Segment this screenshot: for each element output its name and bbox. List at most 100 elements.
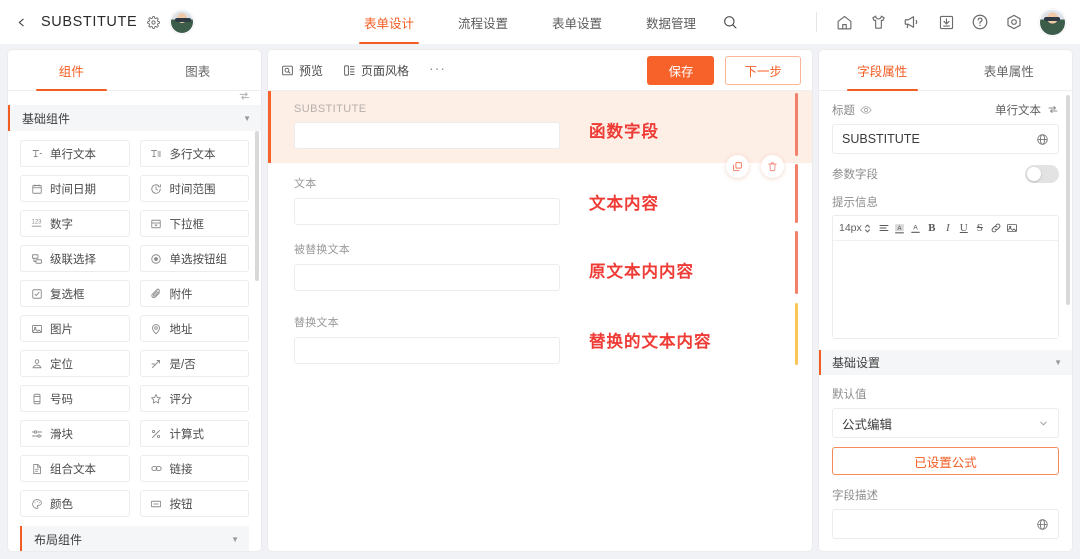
- components-list-scroll[interactable]: 单行文本 多行文本 时间日期 时间范围 123 数字 下拉框 级联选择 单选按钮…: [8, 131, 261, 551]
- component-checkbox[interactable]: 复选框: [20, 280, 130, 307]
- default-value-select[interactable]: 公式编辑: [832, 408, 1059, 438]
- align-icon[interactable]: [876, 218, 892, 238]
- component-slider[interactable]: 滑块: [20, 420, 130, 447]
- param-field-toggle[interactable]: [1025, 165, 1059, 183]
- component-formula[interactable]: 计算式: [139, 420, 249, 447]
- bold-icon[interactable]: B: [924, 218, 940, 238]
- component-label: 多行文本: [169, 148, 216, 161]
- swap-icon[interactable]: [1047, 104, 1059, 116]
- component-single-line-text[interactable]: 单行文本: [20, 140, 130, 167]
- main-nav-tabs: 表单设计 流程设置 表单设置 数据管理: [342, 0, 738, 44]
- component-rating[interactable]: 评分: [139, 385, 249, 412]
- hint-editor-textarea[interactable]: [833, 241, 1058, 338]
- component-number[interactable]: 123 数字: [20, 210, 130, 237]
- nav-tab-form-design[interactable]: 表单设计: [342, 0, 436, 44]
- annotation-text-content: 文本内容: [589, 195, 659, 213]
- field-input-old-text[interactable]: [294, 264, 560, 291]
- globe-icon[interactable]: [1036, 133, 1049, 146]
- link-icon[interactable]: [988, 218, 1004, 238]
- eye-icon[interactable]: [860, 104, 872, 116]
- component-address[interactable]: 地址: [139, 315, 249, 342]
- download-icon[interactable]: [929, 5, 963, 39]
- component-image[interactable]: 图片: [20, 315, 130, 342]
- component-color[interactable]: 颜色: [20, 490, 130, 517]
- components-scrollbar[interactable]: [255, 131, 259, 281]
- component-multi-line-text[interactable]: 多行文本: [139, 140, 249, 167]
- field-input-text[interactable]: [294, 198, 560, 225]
- shirt-icon[interactable]: [861, 5, 895, 39]
- group-header-layout[interactable]: 布局组件 ▼: [20, 526, 249, 551]
- component-datetime[interactable]: 时间日期: [20, 175, 130, 202]
- image-icon[interactable]: [1004, 218, 1020, 238]
- home-icon[interactable]: [827, 5, 861, 39]
- page-style-button[interactable]: 页面风格: [343, 62, 409, 79]
- formula-set-button[interactable]: 已设置公式: [832, 447, 1059, 475]
- trash-icon[interactable]: [761, 155, 784, 178]
- back-icon[interactable]: [10, 11, 32, 33]
- field-input-substitute[interactable]: [294, 122, 560, 149]
- component-label: 附件: [169, 288, 193, 301]
- component-composite-text[interactable]: 组合文本: [20, 455, 130, 482]
- strikethrough-icon[interactable]: S: [972, 218, 988, 238]
- highlight-icon[interactable]: A: [892, 218, 908, 238]
- avatar-user[interactable]: [1039, 8, 1066, 36]
- gear-icon[interactable]: [146, 15, 161, 30]
- field-description-input[interactable]: [832, 509, 1059, 539]
- nav-tab-form-settings[interactable]: 表单设置: [530, 0, 624, 44]
- section-header-basic-settings[interactable]: 基础设置 ▼: [819, 350, 1072, 375]
- component-button[interactable]: 按钮: [139, 490, 249, 517]
- more-options-button[interactable]: ···: [429, 60, 446, 76]
- component-label: 地址: [169, 323, 193, 336]
- component-radio-group[interactable]: 单选按钮组: [139, 245, 249, 272]
- form-canvas[interactable]: SUBSTITUTE 文本 被替换文本 替换文本 函数字段 文本内容 原文本内内…: [268, 91, 812, 551]
- component-label: 计算式: [169, 428, 205, 441]
- component-dropdown[interactable]: 下拉框: [139, 210, 249, 237]
- component-attachment[interactable]: 附件: [139, 280, 249, 307]
- field-input-new-text[interactable]: [294, 337, 560, 364]
- component-cascader[interactable]: 级联选择: [20, 245, 130, 272]
- form-field-substitute[interactable]: SUBSTITUTE: [268, 91, 812, 178]
- top-bar: SUBSTITUTE 表单设计 流程设置 表单设置 数据管理: [0, 0, 1080, 44]
- boolean-icon: [150, 357, 163, 370]
- topbar-left-group: SUBSTITUTE: [10, 10, 195, 34]
- form-field-new-text[interactable]: 替换文本: [268, 302, 812, 372]
- tab-charts[interactable]: 图表: [135, 50, 262, 90]
- tab-components[interactable]: 组件: [8, 50, 135, 91]
- component-positioning[interactable]: 定位: [20, 350, 130, 377]
- underline-icon[interactable]: U: [956, 218, 972, 238]
- field-label: 被替换文本: [294, 244, 350, 256]
- megaphone-icon[interactable]: [895, 5, 929, 39]
- preview-button[interactable]: 预览: [281, 62, 323, 79]
- group-header-basic[interactable]: 基础组件 ▼: [8, 105, 261, 131]
- form-field-old-text[interactable]: 被替换文本: [268, 229, 812, 302]
- properties-panel: 字段属性 表单属性 标题 单行文本 SUBSTITUTE 参数字段 提示信息 1…: [819, 50, 1072, 551]
- settings-circle-icon[interactable]: [997, 5, 1031, 39]
- tab-field-properties[interactable]: 字段属性: [819, 50, 946, 91]
- properties-scrollbar[interactable]: [1066, 95, 1070, 305]
- copy-icon[interactable]: [726, 155, 749, 178]
- tab-form-properties[interactable]: 表单属性: [946, 50, 1073, 90]
- formula-icon: [150, 427, 163, 440]
- main-body: 组件 图表 基础组件 ▼ 单行文本 多行文本 时间日期 时间范围 123 数字 …: [0, 44, 1080, 559]
- nav-tab-process-settings[interactable]: 流程设置: [436, 0, 530, 44]
- sort-icon[interactable]: [238, 90, 251, 103]
- font-size-selector[interactable]: 14px: [839, 222, 871, 234]
- nav-tab-data-management[interactable]: 数据管理: [624, 0, 718, 44]
- search-icon[interactable]: [722, 14, 738, 30]
- title-input[interactable]: SUBSTITUTE: [832, 124, 1059, 154]
- component-time-range[interactable]: 时间范围: [139, 175, 249, 202]
- component-phone-number[interactable]: 号码: [20, 385, 130, 412]
- italic-icon[interactable]: I: [940, 218, 956, 238]
- component-link[interactable]: 链接: [139, 455, 249, 482]
- save-button[interactable]: 保存: [647, 55, 715, 85]
- globe-icon[interactable]: [1036, 518, 1049, 531]
- chevron-down-icon: [1038, 418, 1049, 429]
- next-step-button[interactable]: 下一步: [725, 55, 801, 85]
- component-boolean[interactable]: 是/否: [139, 350, 249, 377]
- component-label: 复选框: [50, 288, 85, 301]
- avatar-title[interactable]: [170, 10, 195, 34]
- location-pin-icon: [150, 322, 163, 335]
- topbar-right-group: [806, 5, 1066, 39]
- help-icon[interactable]: [963, 5, 997, 39]
- font-color-icon[interactable]: A: [908, 218, 924, 238]
